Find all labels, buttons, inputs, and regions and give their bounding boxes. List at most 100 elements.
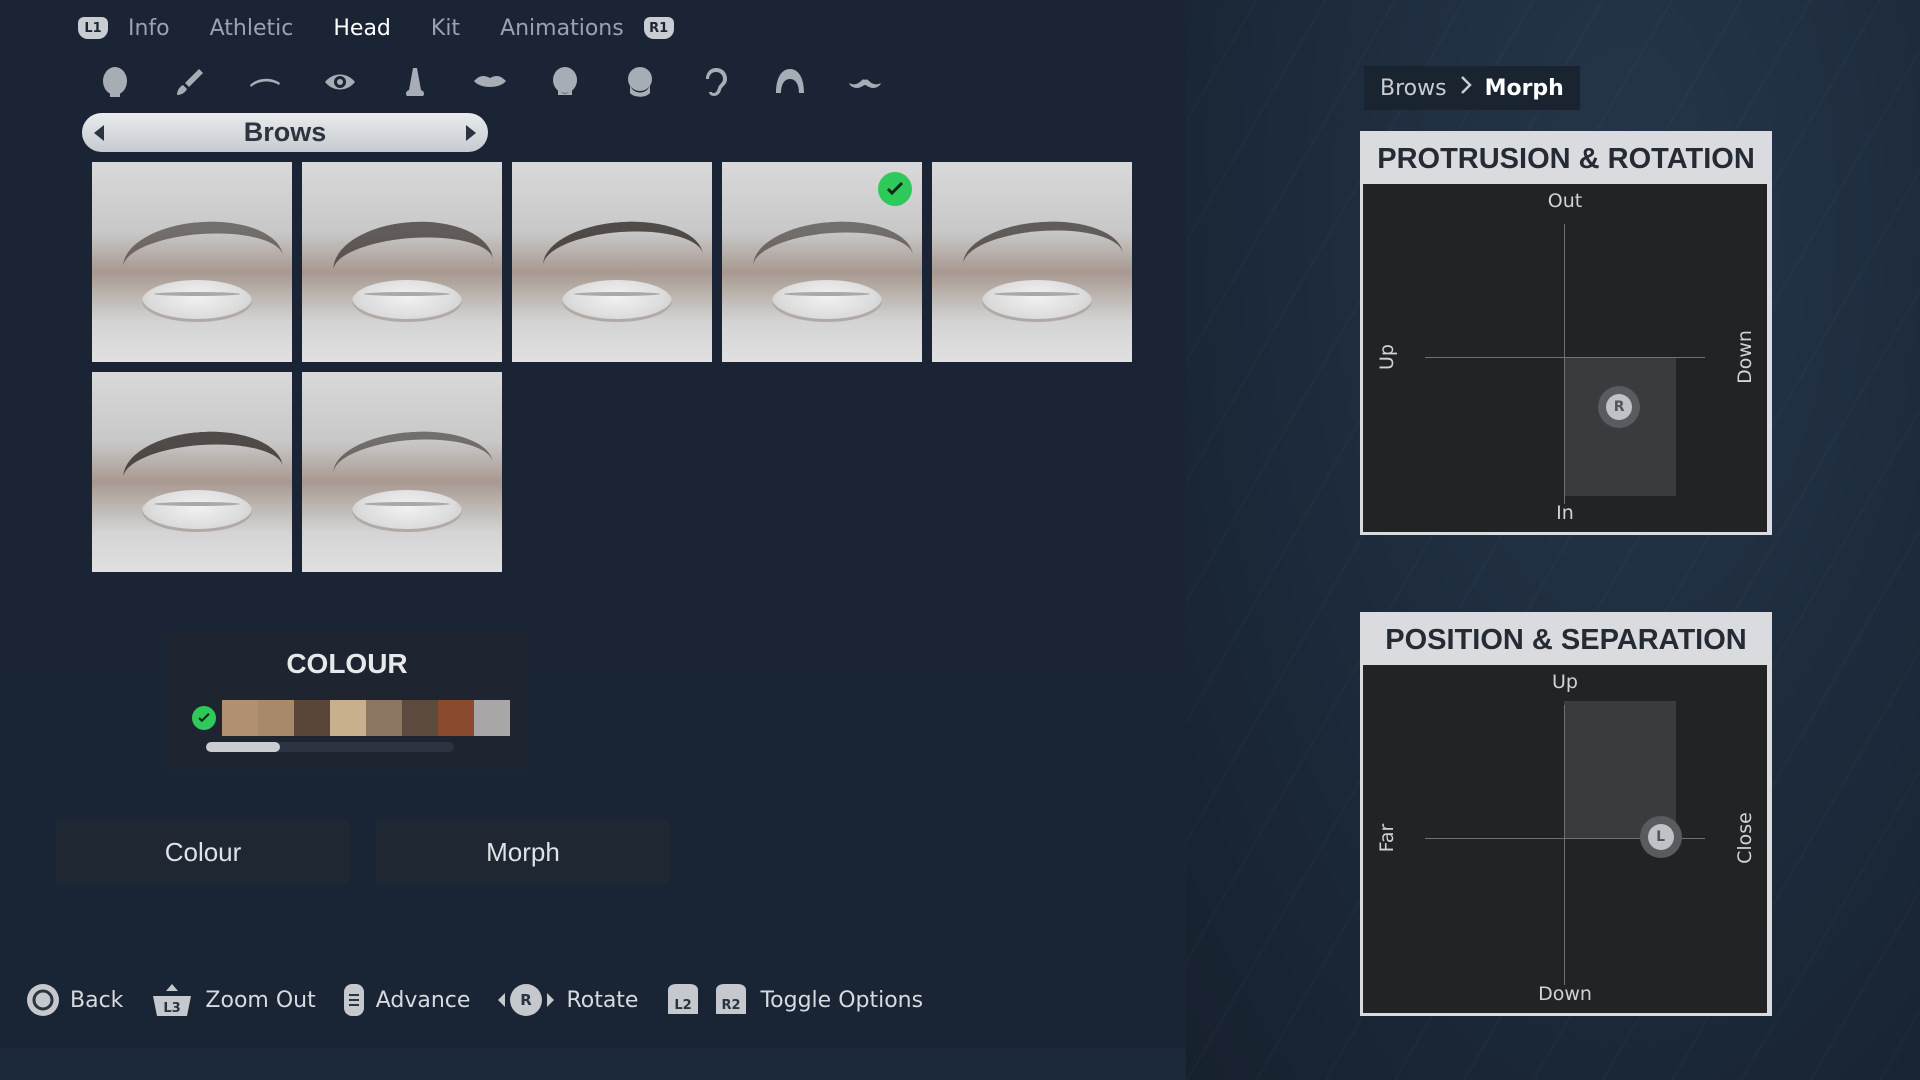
eye	[562, 280, 672, 322]
brow-preset-thumbnail[interactable]	[302, 162, 502, 362]
paintbrush-icon[interactable]	[170, 62, 210, 102]
r1-button-icon[interactable]: R1	[643, 17, 674, 39]
selected-check-icon	[878, 172, 912, 206]
tab-info[interactable]: Info	[128, 16, 170, 41]
hair-icon[interactable]	[770, 62, 810, 102]
pad2-title: POSITION & SEPARATION	[1385, 623, 1747, 656]
colour-swatch[interactable]	[222, 700, 258, 736]
moustache-icon[interactable]	[845, 62, 885, 102]
tab-animations[interactable]: Animations	[500, 16, 624, 41]
brow-preset-thumbnail[interactable]	[302, 372, 502, 572]
colour-swatch[interactable]	[294, 700, 330, 736]
protrusion-rotation-pad[interactable]: PROTRUSION & ROTATION Out In Up Down R	[1360, 131, 1772, 535]
eye	[142, 280, 252, 322]
touchpad-button-icon	[342, 983, 366, 1017]
right-stick-text: R	[521, 991, 533, 1009]
colour-selected-check-icon	[192, 706, 216, 730]
colour-swatch[interactable]	[402, 700, 438, 736]
eye	[772, 280, 882, 322]
colour-title: COLOUR	[286, 648, 408, 679]
prompt-rotate-label: Rotate	[566, 987, 639, 1013]
pad2-vertical-axis	[1564, 705, 1565, 985]
face-icon[interactable]	[545, 62, 585, 102]
pad2-right-label: Close	[1734, 812, 1756, 864]
colour-swatch[interactable]	[258, 700, 294, 736]
colour-scrollbar[interactable]	[206, 742, 454, 752]
r2-button-text: R2	[722, 998, 741, 1013]
pad1-horizontal-axis	[1425, 357, 1705, 358]
prompt-advance[interactable]: Advance	[342, 983, 471, 1017]
left-panel: L1 Info Athletic Head Kit Animations R1 …	[0, 0, 1186, 1048]
breadcrumb: Brows Morph	[1364, 66, 1580, 110]
eye	[352, 280, 462, 322]
prompt-back[interactable]: Back	[26, 983, 123, 1017]
brow-preset-thumbnail[interactable]	[932, 162, 1132, 362]
prompt-rotate[interactable]: R Rotate	[496, 982, 638, 1018]
brows-selector[interactable]: Brows	[82, 113, 488, 152]
head-icon[interactable]	[95, 62, 135, 102]
eyelid	[784, 292, 870, 296]
lips-icon[interactable]	[470, 62, 510, 102]
pad1-area[interactable]: Out In Up Down R	[1363, 184, 1767, 532]
right-stick-icon: R	[496, 982, 556, 1018]
morph-option-button[interactable]: Morph	[376, 820, 670, 884]
eye	[352, 490, 462, 532]
position-separation-pad[interactable]: POSITION & SEPARATION Up Down Far Close …	[1360, 612, 1772, 1016]
colour-swatch[interactable]	[474, 700, 510, 736]
colour-swatch[interactable]	[366, 700, 402, 736]
top-tabs: L1 Info Athletic Head Kit Animations R1	[78, 8, 674, 48]
pad2-top-label: Up	[1552, 671, 1578, 693]
pad2-knob[interactable]: L	[1639, 815, 1682, 858]
eyelid	[154, 292, 240, 296]
jaw-icon[interactable]	[620, 62, 660, 102]
brow-preset-thumbnail[interactable]	[92, 372, 292, 572]
colour-swatch[interactable]	[438, 700, 474, 736]
prompt-toggle-options-label: Toggle Options	[760, 987, 924, 1013]
l3-button-icon: L3	[149, 982, 195, 1018]
eye-icon[interactable]	[320, 62, 360, 102]
pad2-bottom-label: Down	[1538, 983, 1592, 1005]
category-icon-row	[95, 62, 920, 102]
pad1-left-label: Up	[1376, 344, 1398, 370]
breadcrumb-parent[interactable]: Brows	[1380, 76, 1447, 101]
colour-option-button[interactable]: Colour	[56, 820, 350, 884]
brow-icon[interactable]	[245, 62, 285, 102]
left-stick-knob-icon: L	[1647, 823, 1674, 850]
chevron-right-icon	[1459, 75, 1473, 101]
brow-preset-thumbnail[interactable]	[512, 162, 712, 362]
prompt-zoom-out[interactable]: L3 Zoom Out	[149, 982, 316, 1018]
pad1-knob[interactable]: R	[1598, 385, 1641, 428]
button-prompts: Back L3 Zoom Out Advance R Rotate L2 R2 …	[26, 978, 949, 1022]
brow-preset-thumbnail[interactable]	[722, 162, 922, 362]
pad1-right-label: Down	[1734, 330, 1756, 384]
breadcrumb-current: Morph	[1484, 75, 1564, 101]
eyelid	[364, 292, 450, 296]
r2-button-icon: R2	[712, 982, 750, 1018]
arrow-left-icon[interactable]	[94, 125, 104, 141]
tab-athletic[interactable]: Athletic	[210, 16, 294, 41]
l1-button-icon[interactable]: L1	[78, 17, 108, 39]
tab-kit[interactable]: Kit	[431, 16, 460, 41]
l2-button-icon: L2	[664, 982, 702, 1018]
right-stick-knob-icon: R	[1606, 393, 1633, 420]
eye	[982, 280, 1092, 322]
circle-button-icon	[26, 983, 60, 1017]
eye	[142, 490, 252, 532]
pad2-area[interactable]: Up Down Far Close L	[1363, 665, 1767, 1013]
colour-swatches	[222, 700, 510, 736]
colour-swatch[interactable]	[330, 700, 366, 736]
colour-panel: COLOUR	[166, 634, 528, 770]
pad1-top-label: Out	[1547, 190, 1583, 212]
brow-preset-thumbnail[interactable]	[92, 162, 292, 362]
tab-head[interactable]: Head	[333, 16, 391, 41]
l2-button-text: L2	[675, 998, 692, 1013]
prompt-advance-label: Advance	[375, 987, 471, 1013]
arrow-right-icon[interactable]	[466, 125, 476, 141]
ear-icon[interactable]	[695, 62, 735, 102]
eyelid	[154, 502, 240, 506]
colour-scroll-thumb[interactable]	[206, 742, 280, 752]
nose-icon[interactable]	[395, 62, 435, 102]
prompt-zoom-out-label: Zoom Out	[205, 987, 316, 1013]
eyelid	[364, 502, 450, 506]
prompt-toggle-options[interactable]: L2 R2 Toggle Options	[664, 982, 923, 1018]
